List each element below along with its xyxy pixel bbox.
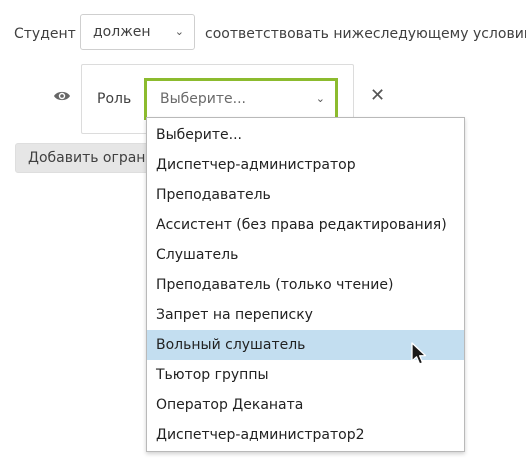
dropdown-option[interactable]: Преподаватель (147, 180, 464, 210)
must-select[interactable]: должен ⌄ (80, 14, 195, 50)
dropdown-option[interactable]: Диспетчер-администратор2 (147, 420, 464, 450)
dropdown-option[interactable]: Выберите... (147, 120, 464, 150)
add-restriction-button[interactable]: Добавить ограничение (15, 143, 165, 173)
eye-icon[interactable] (53, 89, 71, 103)
dropdown-option[interactable]: Слушатель (147, 240, 464, 270)
dropdown-option[interactable]: Ассистент (без права редактирования) (147, 210, 464, 240)
dropdown-option[interactable]: Оператор Деканата (147, 390, 464, 420)
subject-label: Студент (14, 26, 76, 42)
role-select[interactable]: Выберите... ⌄ (144, 78, 338, 120)
role-label: Роль (97, 91, 132, 107)
mouse-cursor-icon (411, 342, 427, 365)
role-dropdown-list: Выберите... Диспетчер-администратор Преп… (146, 117, 465, 452)
must-select-value: должен (93, 24, 151, 40)
chevron-down-icon: ⌄ (315, 92, 325, 105)
condition-text: соответствовать нижеследующему условию (205, 26, 526, 42)
dropdown-option[interactable]: Диспетчер-администратор (147, 150, 464, 180)
chevron-down-icon: ⌄ (174, 25, 184, 38)
dropdown-option[interactable]: Преподаватель (только чтение) (147, 270, 464, 300)
role-select-value: Выберите... (160, 91, 247, 107)
close-icon[interactable]: ✕ (370, 86, 385, 106)
add-restriction-label: Добавить ограничение (28, 150, 164, 166)
dropdown-option[interactable]: Запрет на переписку (147, 300, 464, 330)
